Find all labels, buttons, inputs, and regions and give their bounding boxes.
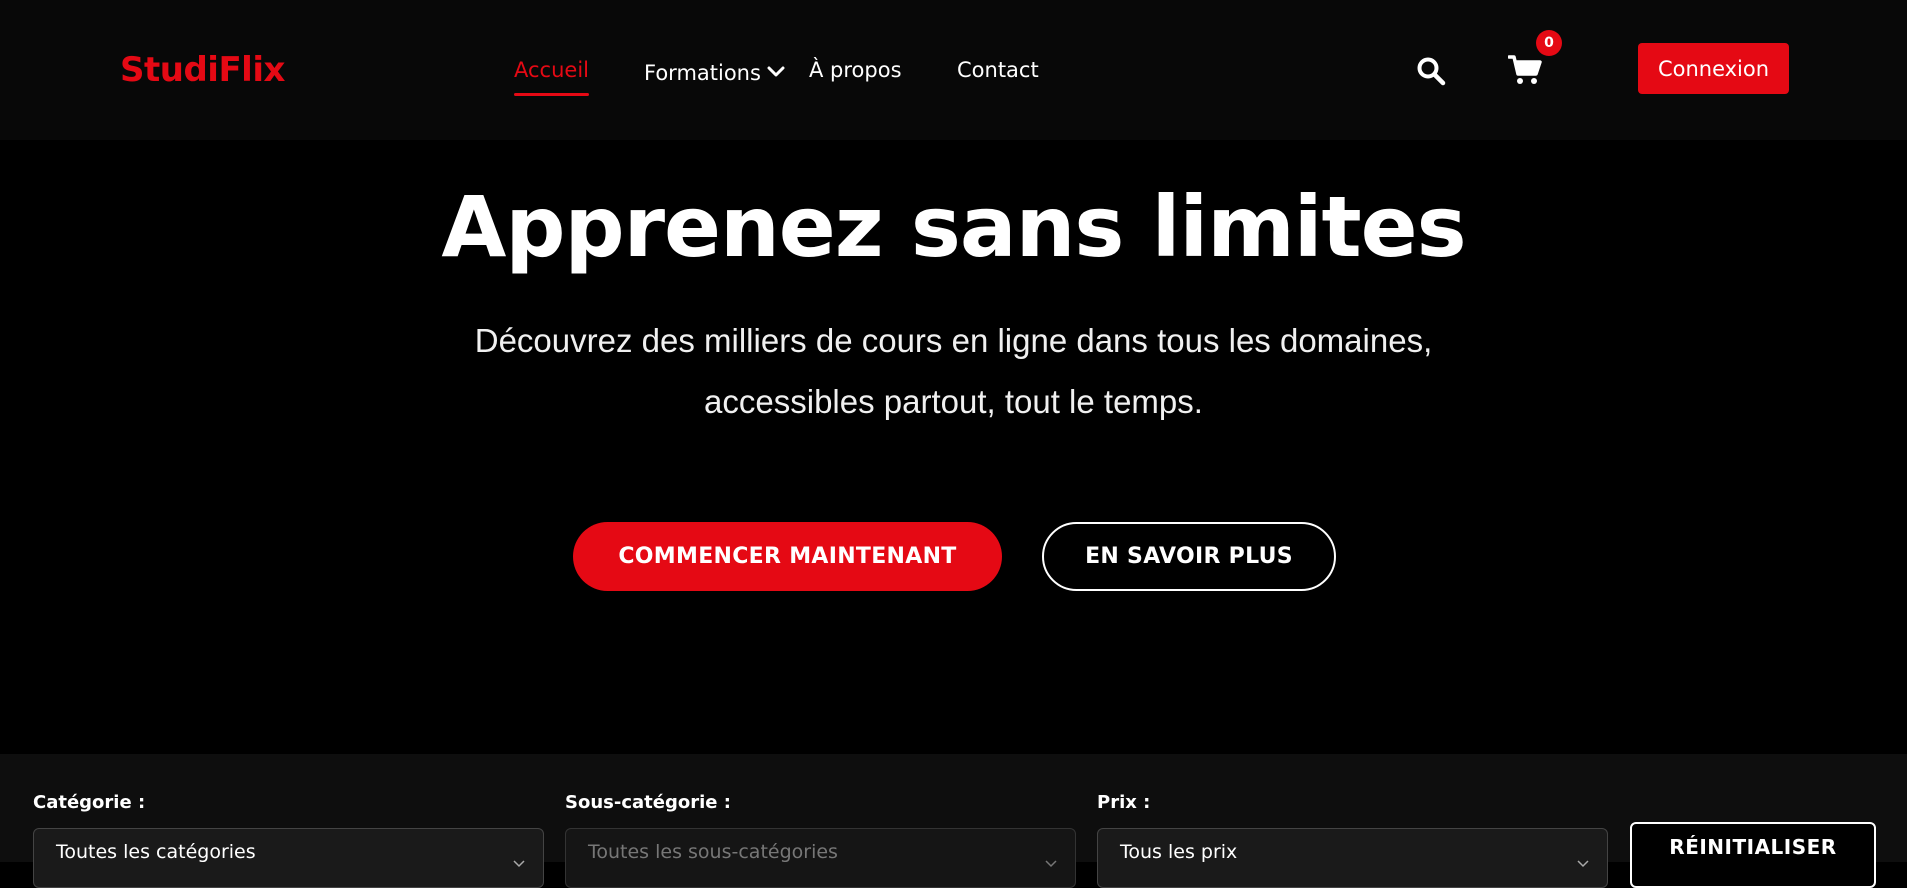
hero-subtitle-line-2: accessibles partout, tout le temps. xyxy=(704,383,1203,420)
subcategory-filter-label: Sous-catégorie : xyxy=(565,792,731,813)
reset-filters-button[interactable]: RÉINITIALISER xyxy=(1630,822,1876,888)
nav-link-apropos[interactable]: À propos xyxy=(809,56,902,84)
subcategory-select[interactable]: Toutes les sous-catégories xyxy=(565,828,1076,888)
cart-icon[interactable] xyxy=(1507,54,1542,86)
price-select[interactable]: Tous les prix xyxy=(1097,828,1608,888)
subcategory-select-value: Toutes les sous-catégories xyxy=(588,841,838,863)
brand-logo[interactable]: StudiFlix xyxy=(120,50,285,90)
chevron-down-icon xyxy=(1577,851,1589,873)
category-select[interactable]: Toutes les catégories xyxy=(33,828,544,888)
start-now-button[interactable]: COMMENCER MAINTENANT xyxy=(573,522,1002,591)
category-filter-label: Catégorie : xyxy=(33,792,146,813)
nav-link-contact[interactable]: Contact xyxy=(957,56,1039,84)
price-select-value: Tous les prix xyxy=(1120,841,1238,863)
login-button[interactable]: Connexion xyxy=(1638,43,1789,94)
price-filter-label: Prix : xyxy=(1097,792,1151,813)
navbar: StudiFlix Accueil Formations À propos Co… xyxy=(0,0,1907,140)
chevron-down-icon xyxy=(513,851,525,873)
hero-section: Apprenez sans limites Découvrez des mill… xyxy=(0,140,1907,754)
nav-link-accueil[interactable]: Accueil xyxy=(514,56,589,96)
cart-count-badge: 0 xyxy=(1536,30,1562,56)
nav-link-formations[interactable]: Formations xyxy=(644,57,785,87)
filter-bar: Catégorie : Toutes les catégories Sous-c… xyxy=(0,754,1907,888)
hero-subtitle: Découvrez des milliers de cours en ligne… xyxy=(453,310,1454,432)
chevron-down-icon xyxy=(1045,851,1057,873)
hero-title: Apprenez sans limites xyxy=(441,178,1466,276)
category-select-value: Toutes les catégories xyxy=(56,841,256,863)
chevron-down-icon xyxy=(767,57,785,85)
hero-subtitle-line-1: Découvrez des milliers de cours en ligne… xyxy=(474,322,1433,359)
search-icon[interactable] xyxy=(1416,56,1446,86)
nav-link-formations-label: Formations xyxy=(644,61,761,85)
learn-more-button[interactable]: EN SAVOIR PLUS xyxy=(1042,522,1336,591)
